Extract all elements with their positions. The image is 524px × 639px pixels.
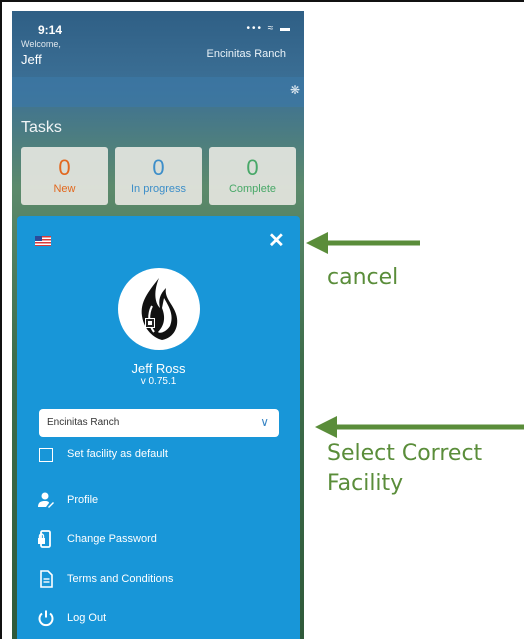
task-card-new[interactable]: 0 New <box>21 147 108 205</box>
header-username: Jeff <box>21 52 42 67</box>
cancel-arrow-icon <box>306 232 420 254</box>
facility-select-value: Encinitas Ranch <box>47 417 120 428</box>
chevron-down-icon: ∨ <box>260 415 269 429</box>
phone-screen: 9:14 ••• ≈ ▬ Welcome, Jeff Encinitas Ran… <box>12 11 304 639</box>
document-icon <box>40 570 53 588</box>
status-time: 9:14 <box>38 23 63 37</box>
menu-item-label: Log Out <box>67 612 107 624</box>
task-label: In progress <box>130 183 187 195</box>
welcome-text: Welcome, <box>21 39 61 49</box>
task-count: 0 <box>152 155 165 180</box>
menu-item-terms[interactable]: Terms and Conditions <box>37 570 277 592</box>
task-count: 0 <box>246 155 259 180</box>
profile-name: Jeff Ross <box>131 361 186 376</box>
set-default-label[interactable]: Set facility as default <box>67 448 168 460</box>
phone-lock-icon <box>38 530 51 548</box>
facility-select[interactable]: Encinitas Ranch ∨ <box>39 409 279 437</box>
task-card-complete[interactable]: 0 Complete <box>209 147 296 205</box>
header-band <box>12 77 304 107</box>
task-card-in-progress[interactable]: 0 In progress <box>115 147 202 205</box>
frame-top-border <box>0 0 524 2</box>
annotation-select-line2: Facility <box>327 470 404 496</box>
menu-item-logout[interactable]: Log Out <box>37 609 277 631</box>
power-icon <box>38 610 54 627</box>
annotation-select-facility: Select Correct Facility <box>327 439 482 498</box>
task-label: Complete <box>228 183 277 195</box>
us-flag-icon[interactable] <box>35 236 51 246</box>
close-icon[interactable]: ✕ <box>268 228 285 253</box>
task-label: New <box>53 183 76 195</box>
side-menu-panel: ✕ Jeff Ross v 0.75.1 Encinitas Ranch ∨ S… <box>17 216 300 639</box>
flame-logo-icon <box>118 268 200 350</box>
menu-item-profile[interactable]: Profile <box>37 491 277 513</box>
frame-left-border <box>0 0 2 639</box>
status-bar: 9:14 ••• ≈ ▬ <box>12 11 304 37</box>
signal-wifi-battery-icon: ••• ≈ ▬ <box>246 23 292 34</box>
profile-icon <box>38 492 54 508</box>
set-default-checkbox[interactable] <box>39 448 53 462</box>
app-version: v 0.75.1 <box>140 376 177 387</box>
menu-item-label: Change Password <box>67 533 157 545</box>
annotation-cancel: cancel <box>327 265 399 290</box>
header-facility[interactable]: Encinitas Ranch <box>207 48 287 60</box>
task-count: 0 <box>58 155 71 180</box>
menu-item-label: Profile <box>67 494 99 506</box>
menu-item-label: Terms and Conditions <box>67 573 174 585</box>
select-facility-arrow-icon <box>315 416 524 438</box>
loading-spinner-icon: ❋ <box>289 83 300 97</box>
tasks-title: Tasks <box>21 119 62 136</box>
menu-item-change-password[interactable]: Change Password <box>37 530 277 552</box>
annotation-select-line1: Select Correct <box>327 441 483 466</box>
